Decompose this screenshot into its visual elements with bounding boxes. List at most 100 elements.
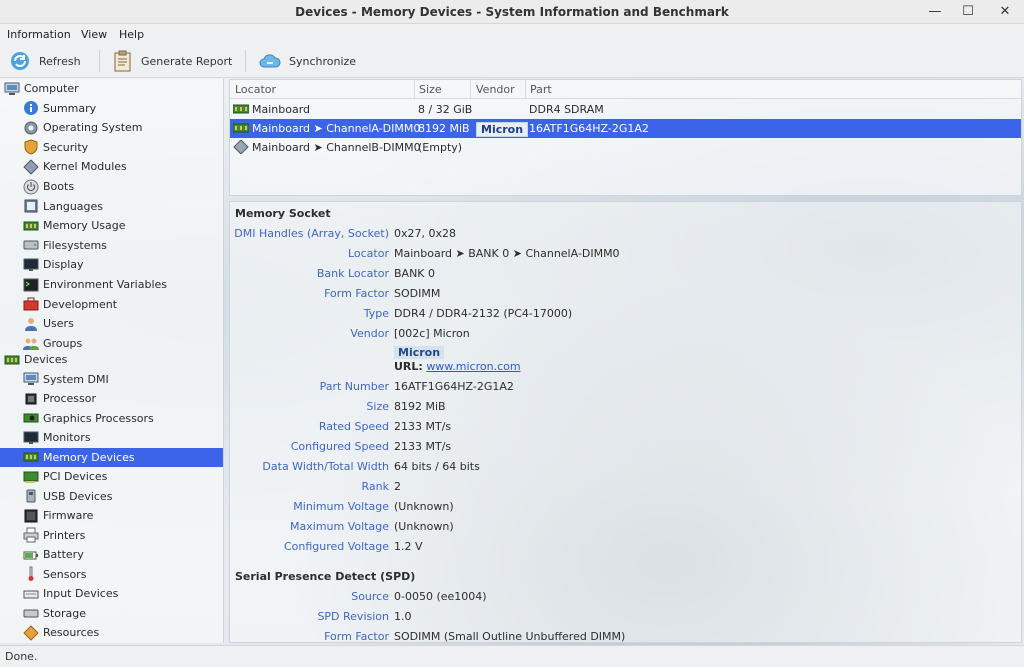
sidebar-item-development[interactable]: Development [0, 295, 223, 314]
gear-icon [24, 121, 38, 135]
value-vendor: [002c] Micron [394, 327, 470, 340]
monitor-icon [23, 431, 39, 444]
cell-locator: Mainboard [252, 103, 311, 116]
menu-information[interactable]: Information [7, 28, 71, 41]
devices-icon [4, 355, 20, 364]
toolbar-separator [245, 50, 246, 72]
value-locator: Mainboard ➤ BANK 0 ➤ ChannelA-DIMM0 [394, 247, 620, 260]
tree-group-devices[interactable]: Devices [0, 350, 223, 369]
list-header: Locator Size Vendor Part [230, 80, 1021, 99]
sidebar-item-label: Memory Usage [43, 219, 126, 233]
synchronize-button[interactable]: Synchronize [259, 48, 356, 74]
value-form-factor: SODIMM [394, 287, 441, 300]
value-rated-speed: 2133 MT/s [394, 420, 452, 433]
value-data-width: 64 bits / 64 bits [394, 460, 480, 473]
sidebar-item-sensors[interactable]: Sensors [0, 565, 223, 584]
value-size: 8192 MiB [394, 400, 446, 413]
sidebar-item-system-dmi[interactable]: System DMI [0, 370, 223, 389]
sidebar-item-environment-variables[interactable]: Environment Variables [0, 275, 223, 294]
section-title-memory-socket: Memory Socket [235, 207, 331, 220]
key-rank: Rank [361, 480, 389, 493]
sidebar-item-boots[interactable]: Boots [0, 177, 223, 196]
sidebar-item-display[interactable]: Display [0, 255, 223, 274]
maximize-button[interactable]: ☐ [959, 3, 977, 21]
value-configured-speed: 2133 MT/s [394, 440, 452, 453]
empty-slot-icon [233, 140, 249, 154]
group-icon [23, 338, 39, 351]
menu-help[interactable]: Help [119, 28, 144, 41]
sidebar-item-summary[interactable]: Summary [0, 99, 223, 118]
sidebar-item-label: Groups [43, 336, 83, 350]
column-header-vendor[interactable]: Vendor [476, 83, 515, 96]
sidebar-item-usb-devices[interactable]: USB Devices [0, 487, 223, 506]
sidebar-item-memory-usage[interactable]: Memory Usage [0, 216, 223, 235]
menu-view[interactable]: View [81, 28, 107, 41]
sidebar-item-languages[interactable]: Languages [0, 197, 223, 216]
sidebar-item-kernel-modules[interactable]: Kernel Modules [0, 157, 223, 176]
table-row[interactable]: Mainboard 8 / 32 GiB DDR4 SDRAM [230, 100, 1021, 119]
sidebar-item-users[interactable]: Users [0, 314, 223, 333]
power-icon [23, 179, 39, 194]
refresh-button[interactable]: Refresh [9, 48, 81, 74]
sidebar-item-storage[interactable]: Storage [0, 604, 223, 623]
value-spd-source: 0-0050 (ee1004) [394, 590, 487, 603]
sidebar-item-firmware[interactable]: Firmware [0, 506, 223, 525]
sidebar-item-filesystems[interactable]: Filesystems [0, 236, 223, 255]
cell-size: 8 / 32 GiB [418, 103, 473, 116]
sidebar-item-input-devices[interactable]: Input Devices [0, 584, 223, 603]
sidebar-item-label: Firmware [43, 509, 94, 522]
sidebar-item-label: Security [43, 140, 89, 154]
storage-icon [23, 609, 39, 618]
column-divider [414, 80, 415, 99]
generate-report-button[interactable]: Generate Report [113, 48, 232, 74]
minimize-button[interactable]: — [926, 3, 944, 21]
sidebar-item-label: Storage [43, 606, 87, 620]
keyboard-icon [23, 590, 39, 598]
sidebar-item-battery[interactable]: Battery [0, 545, 223, 564]
sidebar-item-operating-system[interactable]: Operating System [0, 118, 223, 137]
toolbar-separator [99, 50, 100, 72]
sidebar-item-label: Battery [43, 548, 84, 561]
value-spd-revision: 1.0 [394, 610, 412, 623]
sidebar-tree: Computer Summary Operating System Securi… [0, 79, 224, 643]
sidebar-item-label: Environment Variables [43, 278, 168, 291]
sidebar-item-resources[interactable]: Resources [0, 623, 223, 642]
key-maximum-voltage: Maximum Voltage [290, 520, 389, 533]
sidebar-item-processor[interactable]: Processor [0, 389, 223, 408]
key-configured-voltage: Configured Voltage [283, 540, 389, 553]
key-spd-form-factor: Form Factor [324, 630, 389, 643]
main-pane: Locator Size Vendor Part Mainboard 8 / 3… [229, 79, 1022, 643]
sidebar-item-memory-devices[interactable]: Memory Devices [0, 447, 223, 467]
value-spd-form-factor: SODIMM (Small Outline Unbuffered DIMM) [394, 630, 626, 643]
app-window: Devices - Memory Devices - System Inform… [0, 0, 1024, 667]
key-type: Type [363, 307, 389, 320]
cell-locator: Mainboard ➤ ChannelA-DIMM0 [252, 122, 421, 135]
key-locator: Locator [347, 247, 389, 260]
sidebar-item-graphics-processors[interactable]: Graphics Processors [0, 409, 223, 428]
key-minimum-voltage: Minimum Voltage [293, 500, 389, 513]
cell-part: DDR4 SDRAM [529, 103, 604, 116]
battery-icon [23, 551, 38, 559]
toolbox-icon [23, 297, 39, 311]
value-type: DDR4 / DDR4-2132 (PC4-17000) [394, 307, 573, 320]
sidebar-item-printers[interactable]: Printers [0, 526, 223, 545]
tree-group-computer[interactable]: Computer [0, 79, 223, 98]
column-header-part[interactable]: Part [530, 83, 552, 96]
vendor-url-link[interactable]: www.micron.com [426, 360, 520, 373]
column-header-size[interactable]: Size [419, 83, 442, 96]
column-divider [525, 80, 526, 99]
shield-icon [24, 139, 38, 155]
table-row[interactable]: Mainboard ➤ ChannelB-DIMM0 (Empty) [230, 138, 1021, 157]
table-row-selected[interactable]: Mainboard ➤ ChannelA-DIMM0 8192 MiB Micr… [230, 119, 1021, 138]
value-bank-locator: BANK 0 [394, 267, 436, 280]
column-header-locator[interactable]: Locator [235, 83, 276, 96]
status-text: Done. [5, 650, 38, 663]
section-title-spd: Serial Presence Detect (SPD) [235, 570, 416, 583]
close-button[interactable]: ✕ [996, 3, 1014, 21]
value-minimum-voltage: (Unknown) [394, 500, 454, 513]
sidebar-item-pci-devices[interactable]: PCI Devices [0, 467, 223, 486]
sidebar-item-security[interactable]: Security [0, 138, 223, 157]
sidebar-item-label: Monitors [43, 431, 91, 444]
value-maximum-voltage: (Unknown) [394, 520, 454, 533]
sidebar-item-monitors[interactable]: Monitors [0, 428, 223, 447]
